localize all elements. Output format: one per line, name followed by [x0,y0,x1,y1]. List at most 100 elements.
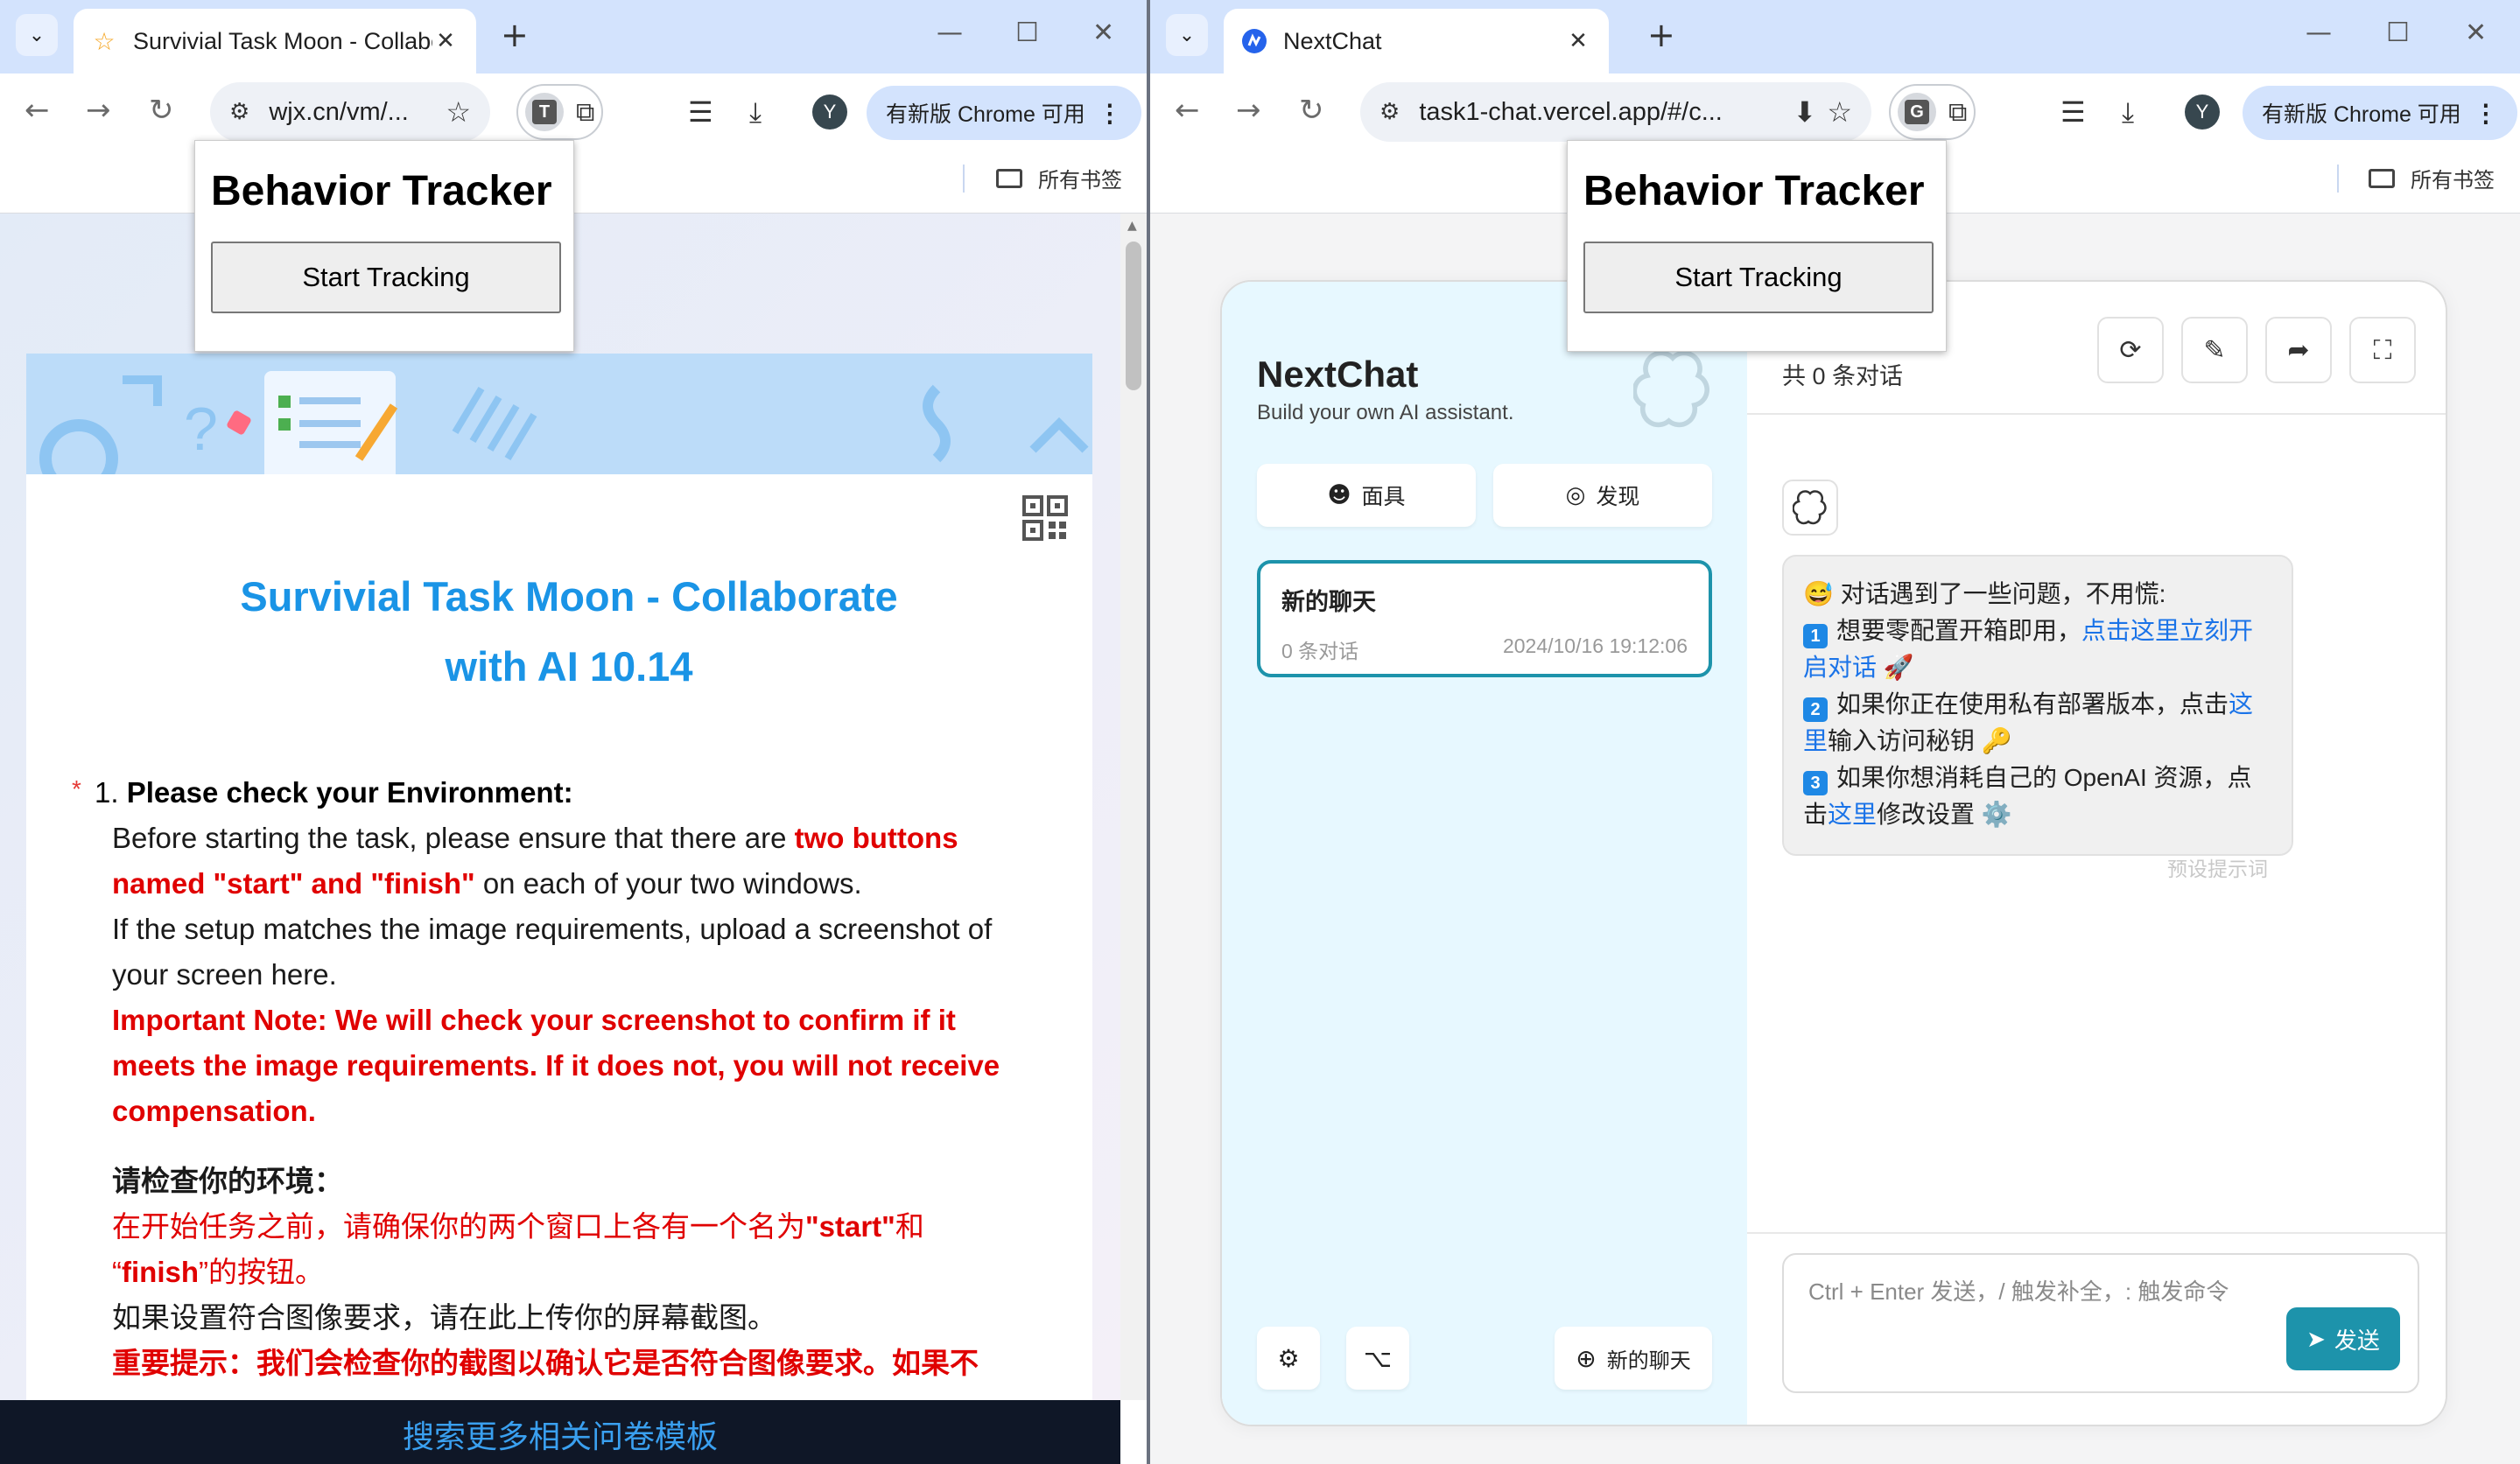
all-bookmarks-button[interactable]: 所有书签 [2369,163,2495,193]
nextchat-app: NextChat Build your own AI assistant. ☻ 面… [1220,280,2447,1426]
close-tab-icon[interactable]: ✕ [1565,28,1591,54]
discover-button[interactable]: ◎ 发现 [1493,464,1712,527]
forward-icon[interactable]: → [1236,93,1261,128]
reading-list-icon[interactable]: ☰ [688,95,713,130]
install-app-icon[interactable]: ⬇ [1793,95,1817,129]
folder-icon [996,168,1022,188]
address-bar[interactable]: ⚙ wjx.cn/vm/... ☆ [210,82,490,142]
pencil-icon: ✎ [2203,334,2226,366]
survey-title: Survivial Task Moon - Collaborate with A… [240,573,898,690]
download-icon[interactable]: ⤓ [2122,95,2134,130]
fullscreen-button[interactable]: ⛶ [2349,317,2416,383]
profile-avatar[interactable]: Y [812,95,847,130]
start-tracking-button[interactable]: Start Tracking [1583,242,1934,313]
chat-input-area: Ctrl + Enter 发送，/ 触发补全，: 触发命令 ➤ 发送 [1747,1232,2446,1425]
settings-button[interactable]: ⚙ [1257,1327,1320,1390]
tab-title: NextChat [1283,27,1382,54]
back-icon[interactable]: ← [1175,93,1200,128]
chat-list-item[interactable]: 新的聊天 0 条对话 2024/10/16 19:12:06 [1257,560,1712,677]
site-info-icon[interactable]: ⚙ [229,99,249,125]
nextchat-page: NextChat Build your own AI assistant. ☻ 面… [1150,214,2520,1464]
close-window-button[interactable]: ✕ [2465,18,2487,48]
minimize-button[interactable]: — [937,18,963,48]
scrollbar[interactable]: ▲ [1120,214,1147,1400]
required-marker: * [72,775,81,802]
tracker-title: Behavior Tracker [1583,168,1925,214]
bookmark-star-icon[interactable]: ☆ [1827,95,1852,129]
url-text[interactable]: wjx.cn/vm/... [269,98,435,127]
address-bar[interactable]: ⚙ task1-chat.vercel.app/#/c... ⬇ ☆ [1360,82,1871,142]
star-favicon-icon: ☆ [93,26,116,56]
nextchat-browser-window: ⌄ NextChat ✕ + — ☐ ✕ ← → ↻ ⚙ task1-chat.… [1150,0,2520,1464]
folder-icon [2369,168,2395,188]
profile-avatar[interactable]: Y [2185,95,2220,130]
keycap-2-icon: 2 [1803,697,1828,722]
extensions-puzzle-icon[interactable]: ⧉ [576,97,594,128]
add-circle-icon: ⊕ [1576,1343,1597,1373]
github-icon: ⌥ [1363,1343,1393,1373]
close-tab-icon[interactable]: ✕ [432,28,459,54]
tab-nextchat[interactable]: NextChat ✕ [1224,9,1609,74]
start-tracking-button[interactable]: Start Tracking [211,242,561,313]
openai-logo-icon [1793,490,1827,525]
close-window-button[interactable]: ✕ [1092,18,1114,48]
gear-icon: ⚙️ [1981,801,2012,828]
keycap-1-icon: 1 [1803,624,1828,648]
download-icon[interactable]: ⤓ [749,95,762,130]
chrome-update-button[interactable]: 有新版 Chrome 可用 ⋮ [867,86,1141,140]
expand-icon: ⛶ [2373,334,2392,366]
qr-code-icon[interactable] [1022,495,1068,541]
tab-strip: ⌄ NextChat ✕ + — ☐ ✕ [1150,0,2520,74]
preset-prompt-label: 预设提示词 [2167,858,2268,880]
new-chat-button[interactable]: ⊕ 新的聊天 [1555,1327,1712,1390]
mask-icon: ☻ [1327,482,1351,508]
behavior-tracker-popup: Behavior Tracker Start Tracking [194,140,574,352]
key-icon: 🔑 [1981,727,2012,754]
scroll-up-arrow-icon[interactable]: ▲ [1127,219,1137,233]
reload-icon[interactable]: ↻ [1299,93,1324,128]
tab-title: Survivial Task Moon - Collabo [133,27,432,54]
chat-item-date: 2024/10/16 19:12:06 [1502,634,1688,657]
keycap-3-icon: 3 [1803,771,1828,795]
tab-search-button[interactable]: ⌄ [1166,14,1208,56]
survey-browser-window: ⌄ ☆ Survivial Task Moon - Collabo ✕ + — … [0,0,1147,1464]
maximize-button[interactable]: ☐ [2386,18,2410,48]
new-tab-button[interactable]: + [1647,16,1675,54]
mask-button[interactable]: ☻ 面具 [1257,464,1476,527]
behavior-tracker-popup: Behavior Tracker Start Tracking [1567,140,1947,352]
send-button[interactable]: ➤ 发送 [2286,1307,2400,1370]
scroll-thumb[interactable] [1126,242,1141,390]
extension-t-icon[interactable]: T [525,93,564,131]
extensions-puzzle-icon[interactable]: ⧉ [1948,97,1967,128]
tab-survey[interactable]: ☆ Survivial Task Moon - Collabo ✕ [74,9,476,74]
minimize-button[interactable]: — [2306,18,2332,48]
bot-message: 😅 对话遇到了一些问题，不用慌: 1 想要零配置开箱即用，点击这里立刻开启对话 🚀… [1782,555,2293,856]
edit-button[interactable]: ✎ [2181,317,2248,383]
maximize-button[interactable]: ☐ [1015,18,1039,48]
question-description: Before starting the task, please ensure … [112,822,1000,1379]
site-info-icon[interactable]: ⚙ [1379,99,1400,125]
chrome-update-button[interactable]: 有新版 Chrome 可用 ⋮ [2243,86,2517,140]
reading-list-icon[interactable]: ☰ [2060,95,2086,130]
banner-illustration: ? [39,371,1089,474]
reload-icon[interactable]: ↻ [149,93,174,128]
refresh-icon: ⟳ [2119,334,2142,366]
extensions-pill: T ⧉ [516,84,604,140]
bookmark-star-icon[interactable]: ☆ [446,95,471,129]
openai-logo-icon [1633,350,1710,428]
share-button[interactable]: ➦ [2265,317,2332,383]
new-tab-button[interactable]: + [501,16,529,54]
back-icon[interactable]: ← [25,93,50,128]
forward-icon[interactable]: → [86,93,111,128]
refresh-button[interactable]: ⟳ [2097,317,2164,383]
template-search-bar[interactable]: 搜索更多相关问卷模板 [0,1400,1120,1464]
question-title: 1. Please check your Environment: [95,776,573,809]
settings-link[interactable]: 这里 [1828,801,1877,828]
survey-card: Survivial Task Moon - Collaborate with A… [26,474,1092,1402]
tab-search-button[interactable]: ⌄ [16,14,58,56]
url-text[interactable]: task1-chat.vercel.app/#/c... [1419,98,1782,127]
all-bookmarks-button[interactable]: 所有书签 [996,163,1122,193]
conversation-count: 共 0 条对话 [1782,363,1904,389]
github-button[interactable]: ⌥ [1346,1327,1409,1390]
extension-g-icon[interactable]: G [1898,93,1936,131]
